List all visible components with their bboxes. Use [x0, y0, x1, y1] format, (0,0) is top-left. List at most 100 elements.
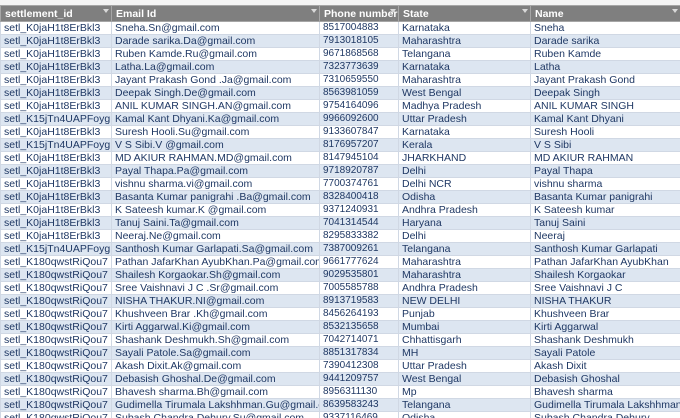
- cell-phone-number[interactable]: 7390412308: [319, 359, 399, 373]
- cell-settlement-id[interactable]: setl_K0jaH1t8ErBkl3: [0, 125, 112, 139]
- cell-phone-number[interactable]: 8328400418: [319, 190, 399, 204]
- cell-name[interactable]: Debasish Ghoshal: [530, 372, 680, 386]
- column-header-phone-number[interactable]: Phone number: [319, 5, 399, 22]
- cell-phone-number[interactable]: 9133607847: [319, 125, 399, 139]
- cell-state[interactable]: Maharashtra: [398, 268, 531, 282]
- cell-name[interactable]: Darade sarika: [530, 34, 680, 48]
- cell-name[interactable]: Shashank Deshmukh: [530, 333, 680, 347]
- cell-settlement-id[interactable]: setl_K0jaH1t8ErBkl3: [0, 47, 112, 61]
- cell-state[interactable]: Odisha: [398, 190, 531, 204]
- cell-email-id[interactable]: Pathan JafarKhan AyubKhan.Pa@gmail.com: [111, 255, 320, 269]
- cell-name[interactable]: vishnu sharma: [530, 177, 680, 191]
- cell-phone-number[interactable]: 9661777624: [319, 255, 399, 269]
- cell-state[interactable]: Maharashtra: [398, 73, 531, 87]
- cell-state[interactable]: Andhra Pradesh: [398, 203, 531, 217]
- cell-name[interactable]: V S Sibi: [530, 138, 680, 152]
- cell-phone-number[interactable]: 8456264193: [319, 307, 399, 321]
- cell-phone-number[interactable]: 9718920787: [319, 164, 399, 178]
- cell-phone-number[interactable]: 9754164096: [319, 99, 399, 113]
- cell-settlement-id[interactable]: setl_K180qwstRiQou7: [0, 385, 112, 399]
- cell-name[interactable]: Latha: [530, 60, 680, 74]
- cell-state[interactable]: Haryana: [398, 216, 531, 230]
- cell-phone-number[interactable]: 7005585788: [319, 281, 399, 295]
- cell-settlement-id[interactable]: setl_K0jaH1t8ErBkl3: [0, 151, 112, 165]
- filter-dropdown-icon[interactable]: [311, 9, 317, 13]
- cell-state[interactable]: Andhra Pradesh: [398, 281, 531, 295]
- cell-state[interactable]: Uttar Pradesh: [398, 359, 531, 373]
- cell-phone-number[interactable]: 9441209757: [319, 372, 399, 386]
- cell-state[interactable]: Madhya Pradesh: [398, 99, 531, 113]
- cell-phone-number[interactable]: 8295833382: [319, 229, 399, 243]
- cell-phone-number[interactable]: 7041314544: [319, 216, 399, 230]
- cell-settlement-id[interactable]: setl_K180qwstRiQou7: [0, 333, 112, 347]
- cell-state[interactable]: Delhi NCR: [398, 177, 531, 191]
- cell-email-id[interactable]: Neeraj.Ne@gmail.com: [111, 229, 320, 243]
- cell-phone-number[interactable]: 9966092600: [319, 112, 399, 126]
- cell-state[interactable]: Telangana: [398, 47, 531, 61]
- cell-phone-number[interactable]: 9029535801: [319, 268, 399, 282]
- cell-email-id[interactable]: Kirti Aggarwal.Ki@gmail.com: [111, 320, 320, 334]
- cell-settlement-id[interactable]: setl_K0jaH1t8ErBkl3: [0, 177, 112, 191]
- cell-name[interactable]: Jayant Prakash Gond: [530, 73, 680, 87]
- cell-settlement-id[interactable]: setl_K0jaH1t8ErBkl3: [0, 164, 112, 178]
- cell-phone-number[interactable]: 8147945104: [319, 151, 399, 165]
- cell-state[interactable]: Telangana: [398, 242, 531, 256]
- cell-name[interactable]: Akash Dixit: [530, 359, 680, 373]
- cell-state[interactable]: Telangana: [398, 398, 531, 412]
- cell-email-id[interactable]: vishnu sharma.vi@gmail.com: [111, 177, 320, 191]
- cell-state[interactable]: Mp: [398, 385, 531, 399]
- cell-name[interactable]: Sree Vaishnavi J C: [530, 281, 680, 295]
- cell-state[interactable]: JHARKHAND: [398, 151, 531, 165]
- cell-email-id[interactable]: Payal Thapa.Pa@gmail.com: [111, 164, 320, 178]
- cell-settlement-id[interactable]: setl_K0jaH1t8ErBkl3: [0, 203, 112, 217]
- filter-dropdown-icon[interactable]: [522, 9, 528, 13]
- cell-name[interactable]: Tanuj Saini: [530, 216, 680, 230]
- cell-email-id[interactable]: Sneha.Sn@gmail.com: [111, 21, 320, 35]
- cell-settlement-id[interactable]: setl_K15jTn4UAPFoyg: [0, 138, 112, 152]
- cell-phone-number[interactable]: 8851317834: [319, 346, 399, 360]
- cell-email-id[interactable]: Ruben Kamde.Ru@gmail.com: [111, 47, 320, 61]
- cell-state[interactable]: Maharashtra: [398, 34, 531, 48]
- cell-settlement-id[interactable]: setl_K0jaH1t8ErBkl3: [0, 73, 112, 87]
- cell-email-id[interactable]: Latha.La@gmail.com: [111, 60, 320, 74]
- cell-name[interactable]: Sneha: [530, 21, 680, 35]
- cell-settlement-id[interactable]: setl_K0jaH1t8ErBkl3: [0, 21, 112, 35]
- cell-name[interactable]: Deepak Singh: [530, 86, 680, 100]
- cell-name[interactable]: Neeraj: [530, 229, 680, 243]
- cell-state[interactable]: Karnataka: [398, 125, 531, 139]
- cell-settlement-id[interactable]: setl_K180qwstRiQou7: [0, 268, 112, 282]
- cell-name[interactable]: Shailesh Korgaokar: [530, 268, 680, 282]
- cell-state[interactable]: Kerala: [398, 138, 531, 152]
- cell-phone-number[interactable]: 7323773639: [319, 60, 399, 74]
- cell-phone-number[interactable]: 8913719583: [319, 294, 399, 308]
- cell-phone-number[interactable]: 8639583243: [319, 398, 399, 412]
- cell-settlement-id[interactable]: setl_K0jaH1t8ErBkl3: [0, 229, 112, 243]
- cell-settlement-id[interactable]: setl_K180qwstRiQou7: [0, 281, 112, 295]
- cell-email-id[interactable]: Jayant Prakash Gond .Ja@gmail.com: [111, 73, 320, 87]
- cell-settlement-id[interactable]: setl_K0jaH1t8ErBkl3: [0, 34, 112, 48]
- cell-settlement-id[interactable]: setl_K180qwstRiQou7: [0, 320, 112, 334]
- cell-phone-number[interactable]: 8563981059: [319, 86, 399, 100]
- cell-email-id[interactable]: K Sateesh kumar.K @gmail.com: [111, 203, 320, 217]
- cell-state[interactable]: Karnataka: [398, 21, 531, 35]
- cell-phone-number[interactable]: 7913018105: [319, 34, 399, 48]
- cell-state[interactable]: Chhattisgarh: [398, 333, 531, 347]
- filter-dropdown-icon[interactable]: [103, 9, 109, 13]
- cell-settlement-id[interactable]: setl_K180qwstRiQou7: [0, 255, 112, 269]
- cell-settlement-id[interactable]: setl_K0jaH1t8ErBkl3: [0, 60, 112, 74]
- cell-state[interactable]: NEW DELHI: [398, 294, 531, 308]
- column-header-settlement-id[interactable]: settlement_id: [0, 5, 112, 22]
- cell-state[interactable]: Punjab: [398, 307, 531, 321]
- cell-state[interactable]: West Bengal: [398, 86, 531, 100]
- cell-settlement-id[interactable]: setl_K180qwstRiQou7: [0, 411, 112, 418]
- cell-settlement-id[interactable]: setl_K180qwstRiQou7: [0, 294, 112, 308]
- cell-state[interactable]: Delhi: [398, 229, 531, 243]
- cell-email-id[interactable]: Sree Vaishnavi J C .Sr@gmail.com: [111, 281, 320, 295]
- cell-email-id[interactable]: Sayali Patole.Sa@gmail.com: [111, 346, 320, 360]
- cell-name[interactable]: Payal Thapa: [530, 164, 680, 178]
- cell-email-id[interactable]: Gudimella Tirumala Lakshhman.Gu@gmail.co…: [111, 398, 320, 412]
- cell-email-id[interactable]: Subash Chandra Dehury.Su@gmail.com: [111, 411, 320, 418]
- cell-phone-number[interactable]: 8956311130: [319, 385, 399, 399]
- column-header-name[interactable]: Name: [530, 5, 680, 22]
- cell-name[interactable]: Basanta Kumar panigrahi: [530, 190, 680, 204]
